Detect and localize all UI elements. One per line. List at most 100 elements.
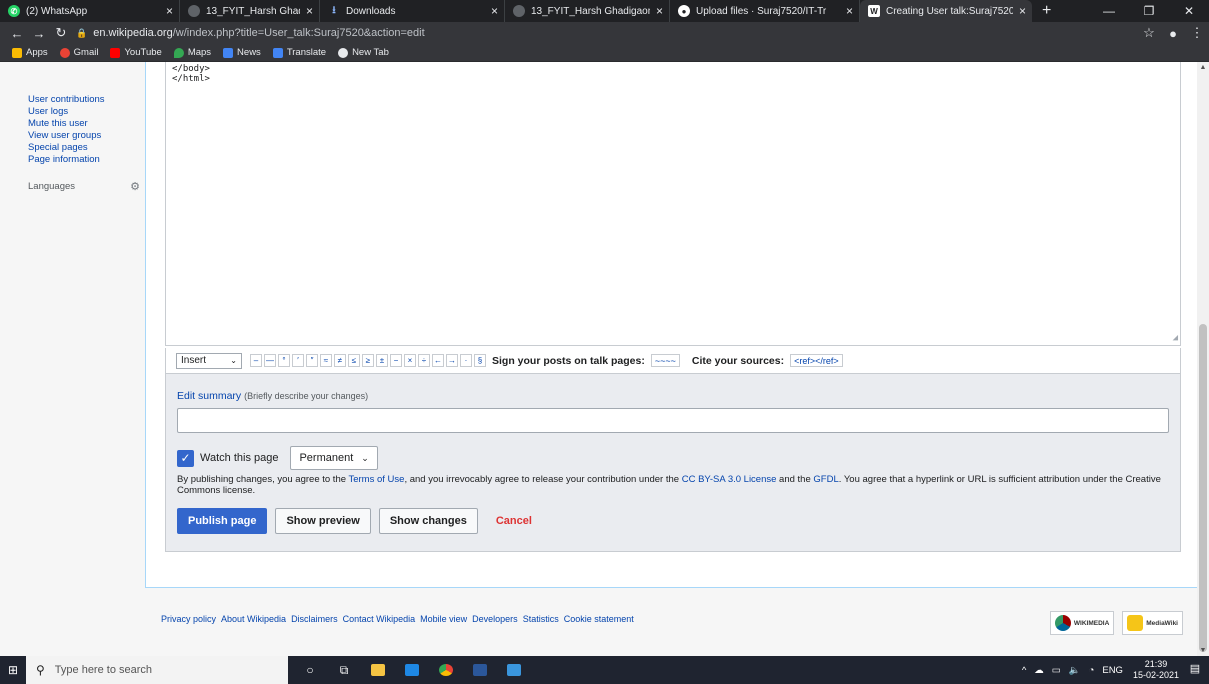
address-bar[interactable]: 🔒 en.wikipedia.org /w/index.php?title=Us… (72, 24, 1137, 42)
bookmark-new-tab[interactable]: New Tab (338, 47, 389, 58)
battery-icon[interactable]: ▭ (1052, 665, 1061, 676)
char-button[interactable]: ° (278, 354, 290, 367)
char-button[interactable]: ÷ (418, 354, 430, 367)
char-button[interactable]: ′ (292, 354, 304, 367)
char-button[interactable]: ≈ (320, 354, 332, 367)
char-button[interactable]: ≠ (334, 354, 346, 367)
bookmark-apps[interactable]: Apps (12, 47, 48, 58)
chrome-icon[interactable] (432, 656, 460, 684)
bookmark-translate[interactable]: Translate (272, 47, 326, 58)
footer-link-statistics[interactable]: Statistics (523, 614, 559, 624)
edit-summary-link[interactable]: Edit summary (177, 390, 241, 402)
wikimedia-logo[interactable]: WIKIMEDIA (1049, 611, 1115, 635)
bookmark-star-icon[interactable]: ☆ (1137, 25, 1161, 41)
publish-page-button[interactable]: Publish page (177, 508, 268, 534)
char-button[interactable]: → (446, 354, 458, 367)
scroll-up-icon[interactable]: ▲ (1197, 64, 1209, 71)
char-button[interactable]: ≤ (348, 354, 360, 367)
close-tab-icon[interactable]: × (1019, 4, 1026, 18)
windows-start-icon[interactable]: ⊞ (0, 656, 26, 684)
task-view-icon[interactable]: ⧉ (330, 656, 358, 684)
gear-icon[interactable]: ⚙ (130, 180, 140, 193)
show-preview-button[interactable]: Show preview (275, 508, 371, 534)
menu-icon[interactable]: ⋮ (1185, 25, 1209, 41)
file-explorer-icon[interactable] (364, 656, 392, 684)
back-icon[interactable]: ← (6, 26, 28, 41)
chevron-up-icon[interactable]: ^ (1022, 665, 1026, 676)
char-button[interactable]: · (460, 354, 472, 367)
char-button[interactable]: — (264, 354, 276, 367)
close-tab-icon[interactable]: × (491, 4, 498, 18)
footer-link-mobile-view[interactable]: Mobile view (420, 614, 467, 624)
footer-link-cookie[interactable]: Cookie statement (564, 614, 634, 624)
char-button[interactable]: ″ (306, 354, 318, 367)
wikitext-editor[interactable]: </body> </html> ◢ (165, 62, 1181, 346)
close-tab-icon[interactable]: × (306, 4, 313, 18)
close-window-icon[interactable]: ✕ (1169, 0, 1209, 22)
footer-link-contact[interactable]: Contact Wikipedia (343, 614, 416, 624)
scroll-down-icon[interactable]: ▼ (1197, 647, 1209, 654)
sidebar-link-user-groups[interactable]: View user groups (28, 130, 140, 142)
cloud-icon[interactable]: ☁ (1034, 665, 1044, 676)
footer-link-privacy[interactable]: Privacy policy (161, 614, 216, 624)
close-tab-icon[interactable]: × (846, 4, 853, 18)
ref-insert-button[interactable]: <ref></ref> (790, 354, 843, 367)
taskbar-search[interactable]: ⚲ Type here to search (26, 656, 288, 684)
sidebar-link-page-information[interactable]: Page information (28, 154, 140, 166)
sidebar-link-mute-user[interactable]: Mute this user (28, 118, 140, 130)
bookmark-gmail[interactable]: Gmail (59, 47, 98, 58)
bookmark-maps[interactable]: Maps (173, 47, 211, 58)
license-link[interactable]: CC BY-SA 3.0 License (682, 474, 777, 485)
gfdl-link[interactable]: GFDL (813, 474, 838, 485)
char-button[interactable]: × (404, 354, 416, 367)
tab-wikipedia-active[interactable]: W Creating User talk:Suraj7520 × (860, 0, 1032, 22)
footer-link-about[interactable]: About Wikipedia (221, 614, 286, 624)
char-button[interactable]: ← (432, 354, 444, 367)
char-button[interactable]: − (390, 354, 402, 367)
bookmark-news[interactable]: News (223, 47, 261, 58)
minimize-icon[interactable]: — (1089, 0, 1129, 22)
footer-link-disclaimers[interactable]: Disclaimers (291, 614, 338, 624)
notifications-icon[interactable]: ▤ (1187, 662, 1203, 678)
wifi-icon[interactable]: ◔ (1089, 665, 1095, 676)
tab-harsh-1[interactable]: 13_FYIT_Harsh Ghadigaonkar × (180, 0, 320, 22)
tab-harsh-2[interactable]: 13_FYIT_Harsh Ghadigaonkar × (505, 0, 670, 22)
insert-select[interactable]: Insert ⌄ (176, 352, 242, 369)
char-button[interactable]: § (474, 354, 486, 367)
new-tab-button[interactable]: + (1032, 0, 1061, 22)
mail-icon[interactable] (398, 656, 426, 684)
input-language[interactable]: ENG (1102, 665, 1123, 676)
sidebar-link-user-logs[interactable]: User logs (28, 106, 140, 118)
scrollbar-thumb[interactable] (1199, 324, 1207, 652)
tab-whatsapp[interactable]: ✆ (2) WhatsApp × (0, 0, 180, 22)
close-tab-icon[interactable]: × (166, 4, 173, 18)
resize-grip-icon[interactable]: ◢ (1173, 333, 1178, 343)
clock[interactable]: 21:39 15-02-2021 (1133, 659, 1179, 681)
page-scrollbar[interactable]: ▲ ▼ (1197, 62, 1209, 656)
show-changes-button[interactable]: Show changes (378, 508, 478, 534)
cortana-icon[interactable]: ○ (296, 656, 324, 684)
word-icon[interactable] (466, 656, 494, 684)
cancel-link[interactable]: Cancel (486, 508, 542, 534)
profile-icon[interactable]: ● (1161, 26, 1185, 41)
photos-icon[interactable] (500, 656, 528, 684)
char-button[interactable]: ≥ (362, 354, 374, 367)
char-button[interactable]: – (250, 354, 262, 367)
volume-icon[interactable]: 🔈 (1069, 665, 1081, 676)
restore-icon[interactable]: ❐ (1129, 0, 1169, 22)
sidebar-link-special-pages[interactable]: Special pages (28, 142, 140, 154)
watch-checkbox[interactable]: ✓ (177, 449, 194, 467)
forward-icon[interactable]: → (28, 26, 50, 41)
sidebar-link-user-contributions[interactable]: User contributions (28, 94, 140, 106)
terms-of-use-link[interactable]: Terms of Use (348, 474, 404, 485)
bookmark-youtube[interactable]: YouTube (110, 47, 162, 58)
tab-downloads[interactable]: ⭳ Downloads × (320, 0, 505, 22)
footer-link-developers[interactable]: Developers (472, 614, 518, 624)
close-tab-icon[interactable]: × (656, 4, 663, 18)
char-button[interactable]: ± (376, 354, 388, 367)
reload-icon[interactable]: ↻ (50, 25, 72, 41)
signature-insert-button[interactable]: ~~~~ (650, 354, 680, 367)
tab-github[interactable]: ● Upload files · Suraj7520/IT-Tr × (670, 0, 860, 22)
edit-summary-input[interactable] (177, 408, 1169, 433)
watch-expiry-select[interactable]: Permanent ⌄ (290, 446, 378, 470)
